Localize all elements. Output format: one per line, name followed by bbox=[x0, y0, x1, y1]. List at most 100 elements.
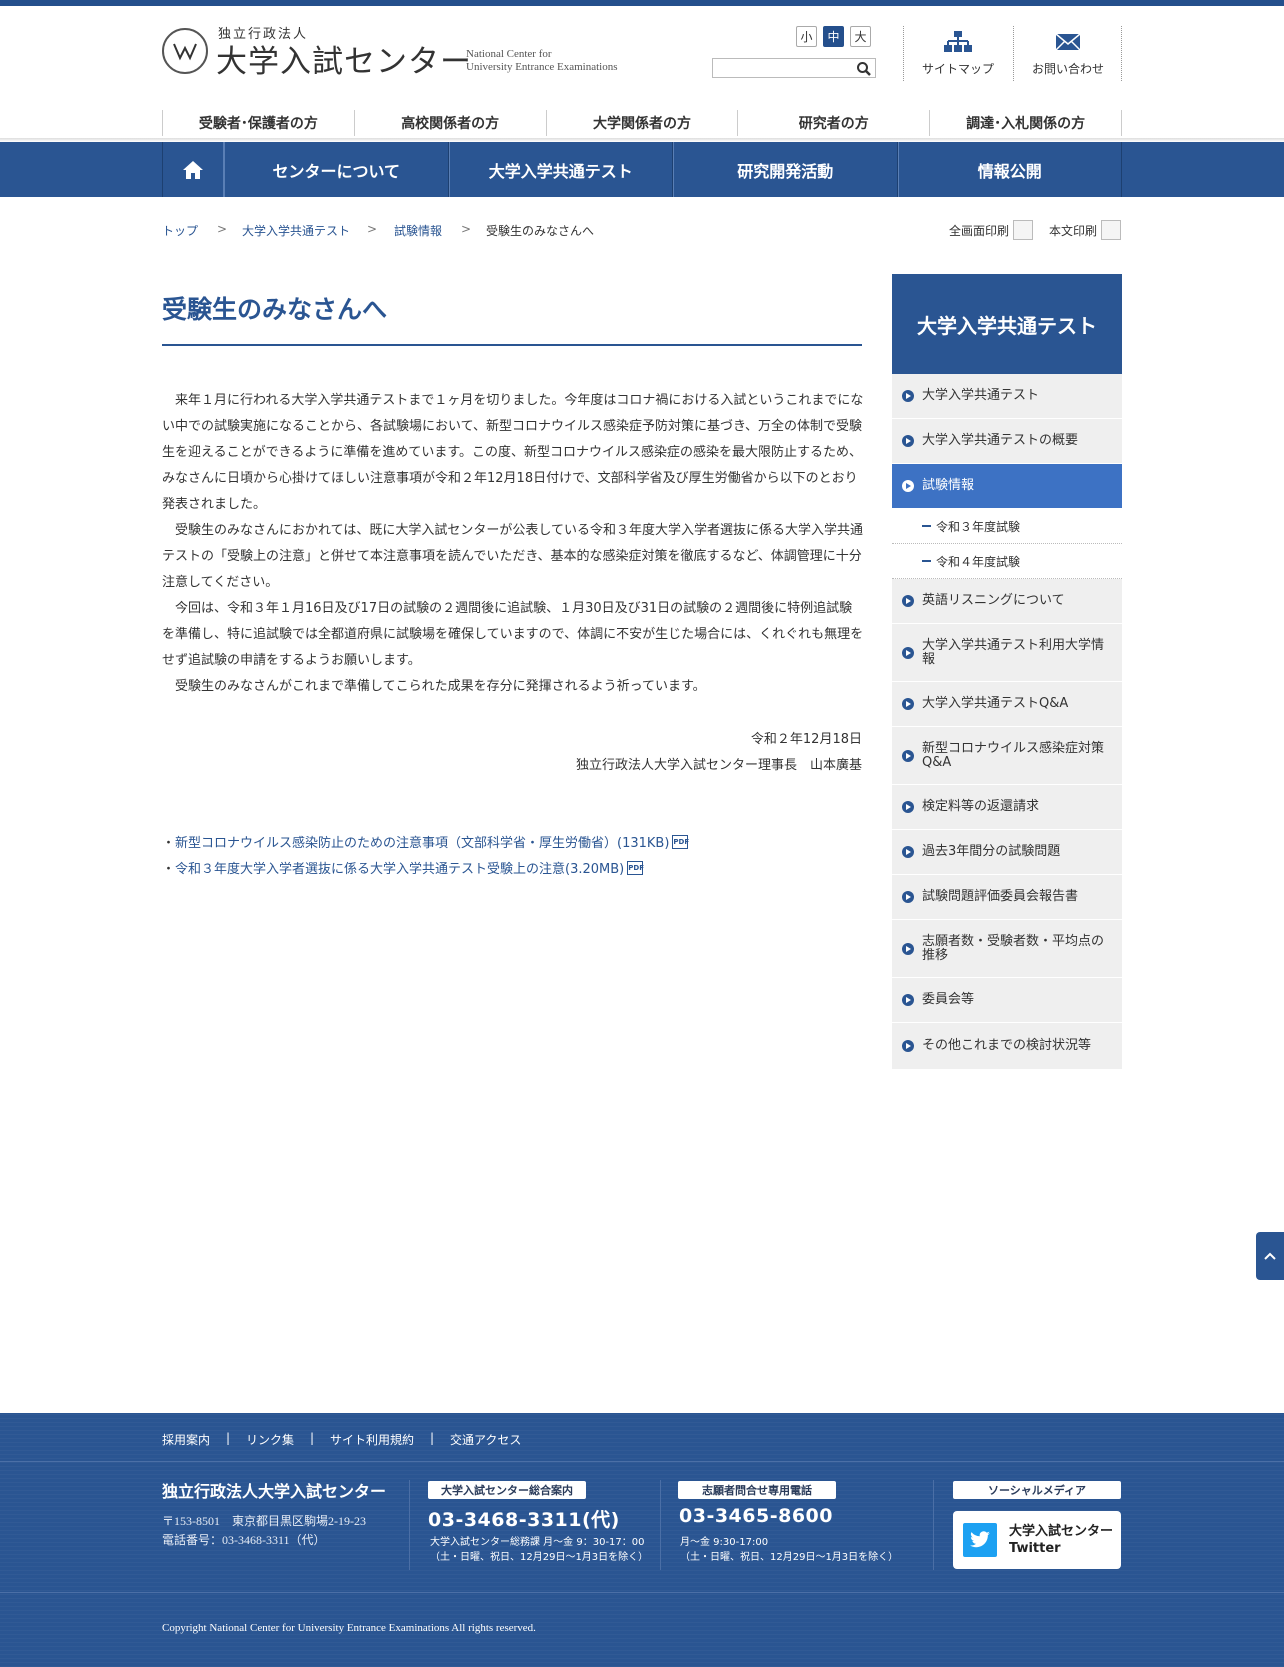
home-button[interactable] bbox=[162, 142, 224, 197]
breadcrumb-link[interactable]: 大学入学共通テスト bbox=[242, 222, 350, 239]
footer-link[interactable]: サイト利用規約 bbox=[330, 1431, 414, 1448]
page-top-button[interactable] bbox=[1256, 1232, 1284, 1280]
logo-emblem-icon[interactable] bbox=[162, 28, 208, 74]
sidebar-item-active[interactable]: 試験情報 bbox=[892, 464, 1122, 509]
article-paragraph: 受験生のみなさんがこれまで準備してこられた成果を存分に発揮されるよう祈っています… bbox=[175, 679, 706, 694]
footer-link-separator: | bbox=[310, 1431, 315, 1445]
breadcrumb-link[interactable]: トップ bbox=[162, 222, 198, 239]
arrow-bullet-icon bbox=[902, 801, 914, 813]
sidebar-item[interactable]: 委員会等 bbox=[892, 978, 1122, 1023]
footer-column-divider bbox=[409, 1480, 410, 1570]
sidebar-item-label: 志願者数・受験者数・平均点の推移 bbox=[922, 933, 1105, 963]
copyright: Copyright National Center for University… bbox=[162, 1622, 536, 1634]
sidebar-item[interactable]: 英語リスニングについて bbox=[892, 579, 1122, 624]
list-bullet: ・ bbox=[162, 836, 176, 851]
footer-divider bbox=[0, 1461, 1284, 1462]
arrow-bullet-icon bbox=[902, 891, 914, 903]
breadcrumb-link[interactable]: 試験情報 bbox=[394, 222, 442, 239]
sidebar-item[interactable]: 試験問題評価委員会報告書 bbox=[892, 875, 1122, 920]
pdf-icon[interactable]: PDF bbox=[627, 860, 644, 875]
sidebar-item-label: 新型コロナウイルス感染症対策Q&A bbox=[922, 740, 1105, 770]
contact-link[interactable]: お問い合わせ bbox=[1014, 26, 1122, 81]
sidebar-heading[interactable]: 大学入学共通テスト bbox=[892, 274, 1122, 374]
audience-nav-item[interactable]: 大学関係者の方 bbox=[545, 110, 738, 136]
printer-icon bbox=[1101, 220, 1122, 240]
main-nav-item[interactable]: 研究開発活動 bbox=[673, 142, 898, 197]
sidebar-item-label: 過去3年間分の試験問題 bbox=[922, 844, 1061, 859]
footer-tel: 電話番号：03-3468-3311（代） bbox=[162, 1533, 326, 1547]
article-body: 来年１月に行われる大学入学共通テストまで１ヶ月を切りました。今年度はコロナ禍にお… bbox=[162, 388, 864, 700]
sidebar-item-label: 大学入学共通テスト bbox=[922, 388, 1040, 403]
twitter-label-line2: Twitter bbox=[1009, 1541, 1061, 1556]
footer-link[interactable]: 採用案内 bbox=[162, 1431, 210, 1448]
header-divider bbox=[1121, 26, 1123, 81]
sidebar-item[interactable]: 志願者数・受験者数・平均点の推移 bbox=[892, 920, 1122, 978]
search-icon[interactable] bbox=[856, 61, 872, 77]
contact-badge: 志願者問合せ専用電話 bbox=[678, 1481, 836, 1499]
article-date: 令和２年12月18日 bbox=[750, 732, 862, 747]
contact-badge: 大学入試センター総合案内 bbox=[428, 1481, 586, 1499]
sidebar-subitem[interactable]: 令和３年度試験 bbox=[892, 509, 1122, 544]
breadcrumb-separator: > bbox=[217, 222, 228, 236]
sidebar-item[interactable]: 大学入学共通テストの概要 bbox=[892, 419, 1122, 464]
sitemap-link[interactable]: サイトマップ bbox=[904, 26, 1012, 81]
sidebar-subitem-label: 令和４年度試験 bbox=[936, 554, 1021, 569]
document-link[interactable]: 新型コロナウイルス感染防止のための注意事項（文部科学省・厚生労働省）(131KB… bbox=[175, 832, 669, 851]
dash-icon bbox=[922, 560, 931, 562]
contact-phone: 03-3465-8600 bbox=[679, 1505, 833, 1527]
social-badge: ソーシャルメディア bbox=[953, 1481, 1121, 1499]
search-input[interactable] bbox=[712, 58, 876, 78]
main-nav-item[interactable]: センターについて bbox=[224, 142, 449, 197]
logo-english-line2: University Entrance Examinations bbox=[466, 61, 618, 73]
sidebar-subitem[interactable]: 令和４年度試験 bbox=[892, 544, 1122, 579]
contact-hours: 大学入試センター総務課 月～金 9：30-17：00 bbox=[430, 1537, 645, 1548]
twitter-label-line1: 大学入試センター bbox=[1009, 1524, 1114, 1539]
sidebar-item-label: 試験情報 bbox=[922, 478, 975, 493]
footer-address: 〒153-8501 東京都目黒区駒場2-19-23 bbox=[162, 1514, 366, 1528]
sidebar-item[interactable]: 大学入学共通テスト利用大学情報 bbox=[892, 624, 1122, 682]
sidebar-item[interactable]: 新型コロナウイルス感染症対策Q&A bbox=[892, 727, 1122, 785]
print-full-label: 全画面印刷 bbox=[949, 223, 1010, 238]
main-nav-item[interactable]: 大学入学共通テスト bbox=[448, 142, 673, 197]
print-body-button[interactable]: 本文印刷 bbox=[1049, 220, 1122, 240]
twitter-icon bbox=[963, 1523, 997, 1557]
twitter-link[interactable]: 大学入試センター Twitter bbox=[953, 1511, 1121, 1569]
document-link[interactable]: 令和３年度大学入学者選抜に係る大学入学共通テスト受験上の注意(3.20MB) bbox=[175, 858, 624, 877]
arrow-bullet-icon bbox=[902, 698, 914, 710]
mail-icon bbox=[1055, 33, 1081, 51]
footer-link[interactable]: 交通アクセス bbox=[450, 1431, 521, 1448]
arrow-bullet-icon bbox=[902, 942, 914, 955]
title-underline bbox=[162, 344, 862, 346]
dash-icon bbox=[922, 525, 931, 527]
audience-nav-item[interactable]: 高校関係者の方 bbox=[353, 110, 546, 136]
sidebar-item[interactable]: 過去3年間分の試験問題 bbox=[892, 830, 1122, 875]
sidebar-item-label: その他これまでの検討状況等 bbox=[922, 1038, 1092, 1053]
arrow-bullet-icon bbox=[902, 480, 914, 492]
pdf-icon[interactable]: PDF bbox=[672, 834, 689, 849]
footer-link-separator: | bbox=[430, 1431, 435, 1445]
audience-nav-item[interactable]: 調達･入札関係の方 bbox=[929, 110, 1122, 136]
sidebar-item-label: 大学入学共通テストの概要 bbox=[922, 433, 1079, 448]
arrow-bullet-icon bbox=[902, 595, 914, 607]
footer-link[interactable]: リンク集 bbox=[246, 1431, 294, 1448]
sidebar-item[interactable]: その他これまでの検討状況等 bbox=[892, 1023, 1122, 1070]
arrow-bullet-icon bbox=[902, 435, 914, 447]
top-accent-bar bbox=[0, 0, 1284, 6]
sidebar-item[interactable]: 検定料等の返還請求 bbox=[892, 785, 1122, 830]
article-paragraph: 今回は、令和３年１月16日及び17日の試験の２週間後に追試験、１月30日及び31… bbox=[162, 601, 864, 668]
article-signature: 独立行政法人大学入試センター理事長 山本廣基 bbox=[575, 758, 862, 773]
audience-nav-item[interactable]: 研究者の方 bbox=[737, 110, 929, 136]
logo-title[interactable]: 大学入試センター bbox=[216, 36, 472, 81]
printer-icon bbox=[1013, 220, 1034, 240]
sidebar-item[interactable]: 大学入学共通テストQ&A bbox=[892, 682, 1122, 727]
print-full-button[interactable]: 全画面印刷 bbox=[949, 220, 1034, 240]
font-size-large-button[interactable]: 大 bbox=[850, 26, 871, 47]
audience-nav-item[interactable]: 受験者･保護者の方 bbox=[162, 110, 354, 136]
font-size-small-button[interactable]: 小 bbox=[796, 26, 817, 47]
main-nav-item[interactable]: 情報公開 bbox=[897, 142, 1122, 197]
sidebar-item[interactable]: 大学入学共通テスト bbox=[892, 374, 1122, 419]
document-link-row: ・ 新型コロナウイルス感染防止のための注意事項（文部科学省・厚生労働省）(131… bbox=[162, 832, 689, 851]
footer-org-name: 独立行政法人大学入試センター bbox=[162, 1482, 387, 1501]
font-size-medium-button[interactable]: 中 bbox=[823, 26, 844, 47]
twitter-label: 大学入試センター Twitter bbox=[1009, 1523, 1113, 1557]
